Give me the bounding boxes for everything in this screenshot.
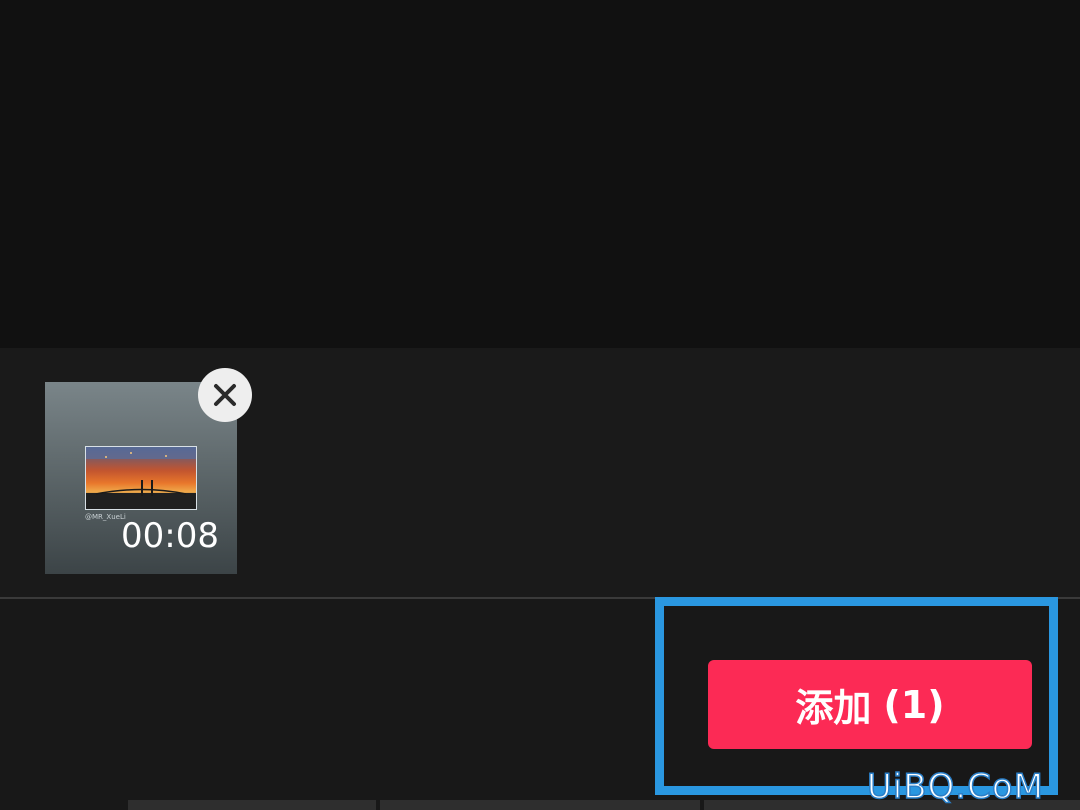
clip-watermark-text: @MR_XueLi [85, 513, 126, 521]
remove-clip-button[interactable] [198, 368, 252, 422]
bottom-strip-segment [128, 800, 376, 810]
bottom-strip-segment [380, 800, 700, 810]
add-button-count: (1) [883, 682, 945, 727]
site-watermark: UiBQ.CoM [866, 766, 1044, 808]
add-button-label: 添加 [795, 686, 872, 730]
clip-duration: 00:08 [121, 516, 219, 556]
add-button[interactable]: 添加 (1) [708, 660, 1032, 749]
clip-thumbnail [85, 446, 197, 510]
sunset-bridge-image [86, 447, 196, 509]
video-preview-area [0, 0, 1080, 348]
close-icon [214, 384, 236, 406]
